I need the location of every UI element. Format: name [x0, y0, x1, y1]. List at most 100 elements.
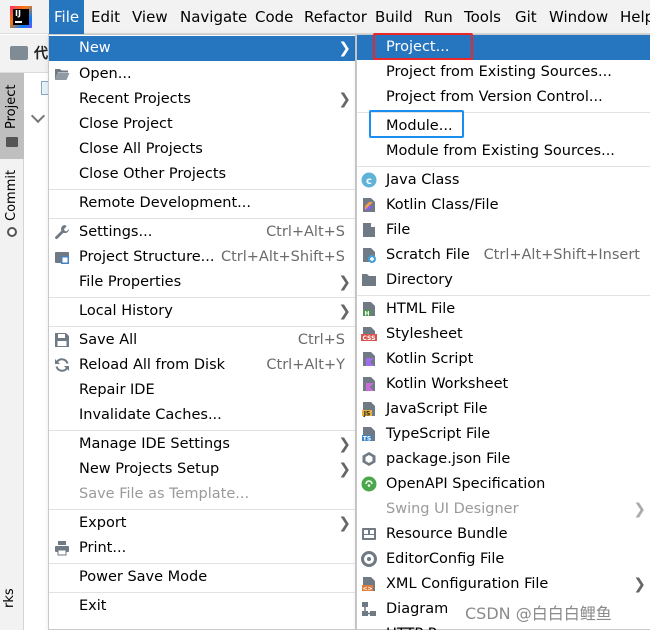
editorconfig-icon — [361, 551, 377, 567]
menu-separator — [49, 563, 355, 564]
new-project-from-existing[interactable]: Project from Existing Sources... — [357, 60, 650, 85]
diagram-icon — [362, 602, 376, 616]
project-panel — [25, 73, 53, 630]
file-menu-exit[interactable]: Exit — [49, 594, 355, 619]
new-editorconfig[interactable]: EditorConfig File — [357, 547, 650, 572]
menu-help[interactable]: Help — [615, 0, 650, 34]
svg-text:H: H — [364, 311, 369, 318]
new-html-file[interactable]: H HTML File — [357, 297, 650, 322]
new-scratch-file[interactable]: Scratch File Ctrl+Alt+Shift+Insert — [357, 243, 650, 268]
chevron-right-icon: ❯ — [338, 460, 351, 478]
new-stylesheet[interactable]: CSS Stylesheet — [357, 322, 650, 347]
folder-icon — [6, 137, 18, 147]
menu-refactor[interactable]: Refactor — [299, 0, 372, 34]
commit-icon — [7, 227, 17, 237]
svg-text:c: c — [366, 176, 372, 187]
file-menu-close-project[interactable]: Close Project — [49, 112, 355, 137]
svg-text:TS: TS — [363, 436, 371, 443]
file-menu-new-projects-setup[interactable]: New Projects Setup ❯ — [49, 457, 355, 482]
project-structure-icon — [55, 252, 69, 264]
file-menu-save-file-as-template: Save File as Template... — [79, 486, 250, 502]
file-menu-project-structure[interactable]: Project Structure... Ctrl+Alt+Shift+S — [49, 245, 355, 270]
project-tool-tab[interactable]: Project — [0, 73, 24, 159]
new-project-from-vcs[interactable]: Project from Version Control... — [357, 85, 650, 110]
file-menu-open[interactable]: Open... — [49, 62, 355, 87]
new-kotlin-worksheet[interactable]: Kotlin Worksheet — [357, 372, 650, 397]
menu-separator — [49, 592, 355, 593]
menu-tools[interactable]: Tools — [459, 0, 506, 34]
new-kotlin-script[interactable]: Kotlin Script — [357, 347, 650, 372]
menu-run[interactable]: Run — [419, 0, 458, 34]
file-menu-dropdown: New ❯ Open... Recent Projects ❯ Close Pr… — [48, 34, 356, 630]
menu-bar: IJ File Edit View Navigate Code Refactor… — [0, 0, 650, 34]
file-menu-reload-all[interactable]: Reload All from Disk Ctrl+Alt+Y — [49, 353, 355, 378]
new-file[interactable]: File — [357, 218, 650, 243]
file-menu-recent-projects[interactable]: Recent Projects ❯ — [49, 87, 355, 112]
file-menu-repair-ide[interactable]: Repair IDE — [49, 378, 355, 403]
project-name-partial: 代 — [34, 46, 48, 62]
menu-separator — [357, 166, 650, 167]
menu-window[interactable]: Window — [544, 0, 613, 34]
new-module-from-existing[interactable]: Module from Existing Sources... — [357, 139, 650, 164]
menu-file[interactable]: File — [49, 0, 85, 34]
typescript-file-icon: TS — [362, 427, 375, 443]
navigation-bar: 代 — [0, 35, 48, 73]
chevron-right-icon: ❯ — [338, 514, 351, 532]
chevron-right-icon: ❯ — [338, 302, 351, 320]
chevron-right-icon: ❯ — [338, 90, 351, 108]
file-menu-close-other-projects[interactable]: Close Other Projects — [49, 162, 355, 187]
left-tool-strip: Project Commit — [0, 73, 24, 630]
watermark-text: CSDN @白白白鲤鱼 — [465, 604, 612, 623]
kotlin-script-icon — [363, 352, 375, 366]
menu-view[interactable]: View — [127, 0, 173, 34]
wrench-icon — [55, 225, 70, 240]
file-menu-print[interactable]: Print... — [49, 536, 355, 561]
svg-text:<>: <> — [362, 586, 372, 593]
menu-code[interactable]: Code — [250, 0, 298, 34]
new-openapi[interactable]: OpenAPI Specification — [357, 472, 650, 497]
file-menu-new[interactable]: New ❯ — [49, 36, 355, 61]
chevron-down-icon[interactable] — [30, 108, 46, 124]
resource-bundle-icon — [362, 528, 376, 540]
commit-tool-tab[interactable]: Commit — [0, 165, 24, 241]
project-tab-label: Project — [4, 84, 19, 129]
file-menu-close-all-projects[interactable]: Close All Projects — [49, 137, 355, 162]
menu-separator — [49, 509, 355, 510]
file-menu-file-properties[interactable]: File Properties ❯ — [49, 270, 355, 295]
menu-edit[interactable]: Edit — [86, 0, 125, 34]
java-class-icon: c — [361, 172, 377, 188]
new-typescript-file[interactable]: TS TypeScript File — [357, 422, 650, 447]
menu-separator — [49, 326, 355, 327]
file-menu-remote-development[interactable]: Remote Development... — [49, 191, 355, 216]
file-menu-invalidate-caches[interactable]: Invalidate Caches... — [49, 403, 355, 428]
refresh-icon — [55, 358, 69, 372]
new-javascript-file[interactable]: JS JavaScript File — [357, 397, 650, 422]
new-package-json[interactable]: package.json File — [357, 447, 650, 472]
new-kotlin-class[interactable]: Kotlin Class/File — [357, 193, 650, 218]
new-xml-config[interactable]: <> XML Configuration File ❯ — [357, 572, 650, 597]
chevron-right-icon: ❯ — [633, 575, 646, 593]
menu-git[interactable]: Git — [510, 0, 542, 34]
file-menu-save-all[interactable]: Save All Ctrl+S — [49, 328, 355, 353]
menu-separator — [49, 218, 355, 219]
file-menu-local-history[interactable]: Local History ❯ — [49, 299, 355, 324]
file-menu-settings[interactable]: Settings... Ctrl+Alt+S — [49, 220, 355, 245]
menu-navigate[interactable]: Navigate — [175, 0, 252, 34]
javascript-file-icon: JS — [362, 402, 375, 417]
menu-separator — [49, 189, 355, 190]
new-resource-bundle[interactable]: Resource Bundle — [357, 522, 650, 547]
file-menu-power-save-mode[interactable]: Power Save Mode — [49, 565, 355, 590]
nodejs-icon — [362, 452, 376, 466]
folder-open-icon — [55, 69, 70, 80]
annotation-highlight-blue — [369, 110, 464, 138]
bottom-tool-tab-partial[interactable]: rks — [2, 588, 17, 608]
new-swing-ui-designer: Swing UI Designer ❯ — [357, 497, 650, 522]
menu-separator — [357, 295, 650, 296]
file-menu-manage-ide-settings[interactable]: Manage IDE Settings ❯ — [49, 432, 355, 457]
folder-icon — [362, 274, 376, 286]
new-java-class[interactable]: c Java Class — [357, 168, 650, 193]
file-menu-export[interactable]: Export ❯ — [49, 511, 355, 536]
kotlin-worksheet-icon — [363, 377, 375, 391]
new-directory[interactable]: Directory — [357, 268, 650, 293]
menu-build[interactable]: Build — [370, 0, 418, 34]
